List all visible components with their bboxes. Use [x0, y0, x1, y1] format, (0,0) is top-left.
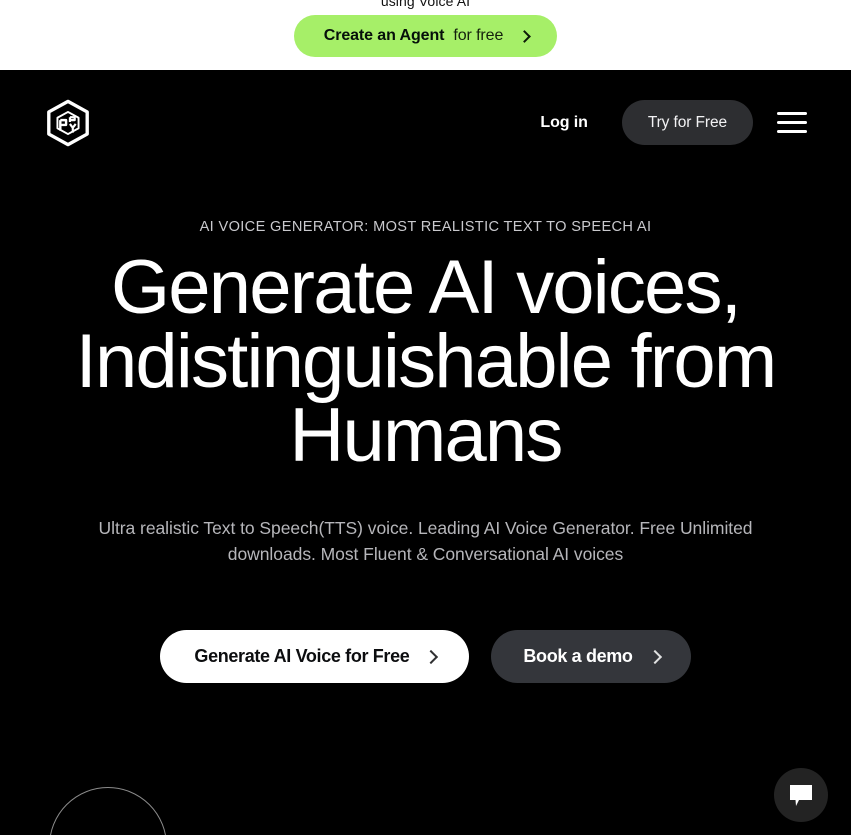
generate-ai-voice-label: Generate AI Voice for Free	[194, 646, 410, 666]
header-nav: Log in Try for Free	[530, 100, 807, 145]
menu-bar-1	[777, 112, 807, 115]
chat-bubble-icon	[790, 785, 812, 806]
hero-title-line-1: Generate AI voices,	[110, 245, 742, 330]
menu-bar-2	[777, 121, 807, 124]
page-title: Generate AI voices, Indistinguishable fr…	[0, 250, 851, 474]
chevron-right-icon	[518, 30, 531, 43]
book-a-demo-button[interactable]: Book a demo	[491, 630, 691, 683]
promo-banner: using Voice AI Create an Agent for free	[0, 0, 851, 70]
hero-section: AI VOICE GENERATOR: MOST REALISTIC TEXT …	[0, 175, 851, 683]
hamburger-menu-icon[interactable]	[777, 108, 807, 138]
cube-logo-icon[interactable]	[44, 99, 92, 147]
create-an-agent-button[interactable]: Create an Agent for free	[293, 15, 558, 57]
login-link[interactable]: Log in	[530, 106, 597, 140]
create-an-agent-label: Create an Agent	[323, 27, 445, 44]
hero-actions: Generate AI Voice for Free Book a demo	[0, 630, 851, 683]
chevron-right-icon	[649, 650, 663, 664]
decorative-circle	[49, 787, 167, 835]
hero-title-line-2: Indistinguishable from	[75, 319, 778, 404]
page-root: using Voice AI Create an Agent for free …	[0, 0, 851, 835]
create-an-agent-sublabel: for free	[453, 27, 504, 44]
generate-ai-voice-button[interactable]: Generate AI Voice for Free	[160, 630, 470, 683]
try-for-free-button[interactable]: Try for Free	[621, 100, 753, 145]
site-header: Log in Try for Free	[0, 70, 851, 175]
chevron-right-icon	[425, 650, 439, 664]
hero-title-line-3: Humans	[289, 393, 563, 478]
hero-eyebrow: AI VOICE GENERATOR: MOST REALISTIC TEXT …	[199, 219, 652, 235]
book-a-demo-label: Book a demo	[523, 646, 633, 666]
promo-tagline: using Voice AI	[380, 0, 471, 9]
chat-widget-button[interactable]	[774, 768, 828, 822]
menu-bar-3	[777, 130, 807, 133]
hero-subtitle: Ultra realistic Text to Speech(TTS) voic…	[98, 518, 753, 564]
